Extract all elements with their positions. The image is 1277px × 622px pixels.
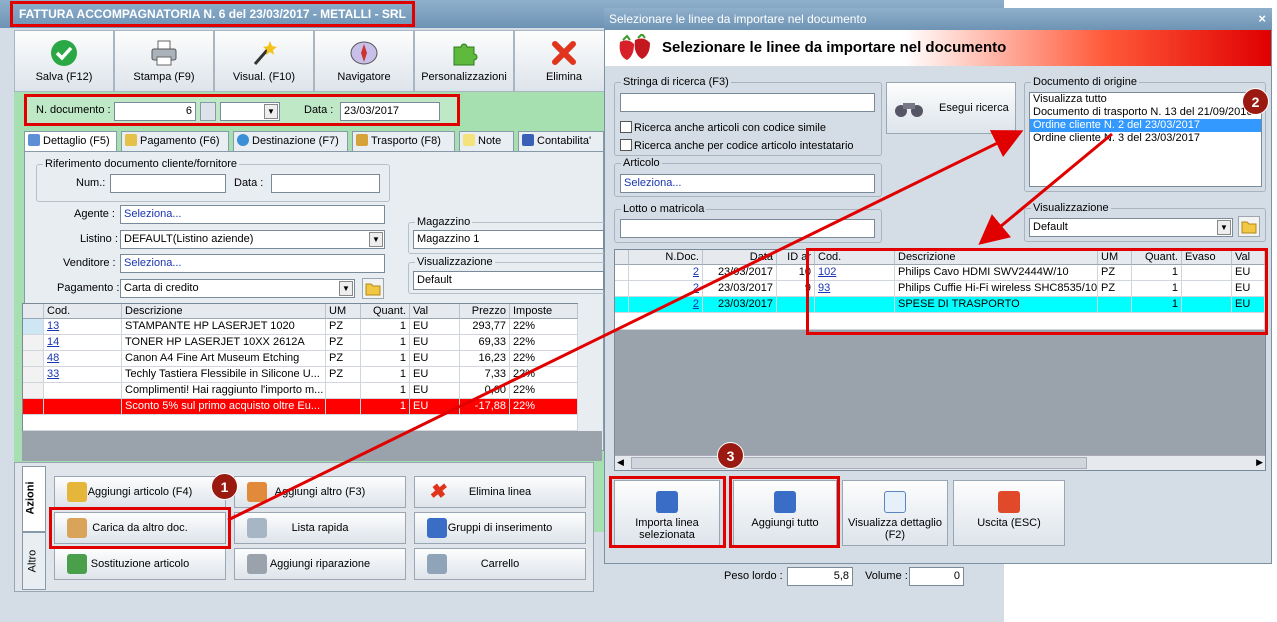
arrow-to-origin xyxy=(227,130,1024,522)
arrow-to-rows xyxy=(978,132,1113,245)
step-badge-3: 3 xyxy=(717,442,744,469)
step-badge-1: 1 xyxy=(211,473,238,500)
step-badge-2: 2 xyxy=(1242,88,1269,115)
annotation-arrows xyxy=(227,130,1113,522)
